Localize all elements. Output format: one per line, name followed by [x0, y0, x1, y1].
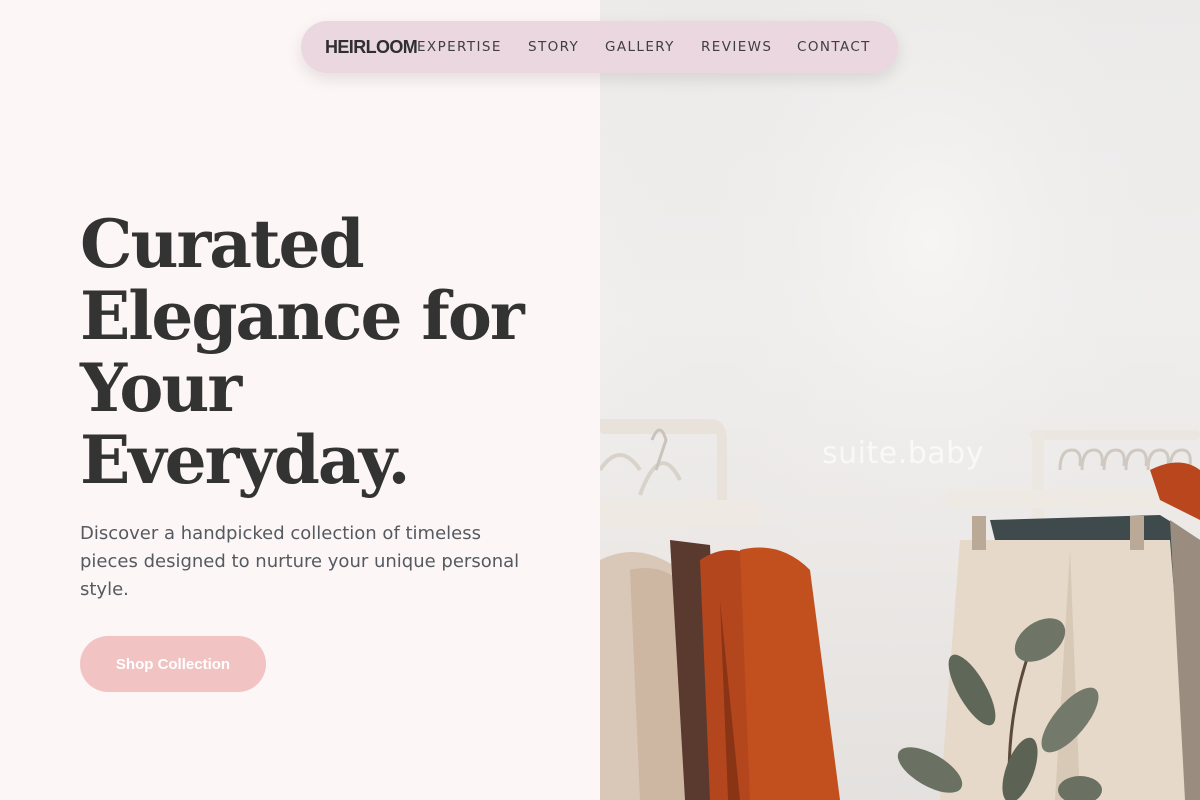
hero-title-line: Elegance for [80, 277, 525, 355]
clothing-rack-photo [600, 0, 1200, 800]
hero-title: Curated Elegance for Your Everyday. [80, 208, 550, 496]
hero-title-line: Your [80, 349, 242, 427]
shop-collection-button[interactable]: Shop Collection [80, 636, 266, 692]
nav-link-contact[interactable]: CONTACT [797, 21, 871, 73]
hero-section: Curated Elegance for Your Everyday. Disc… [0, 0, 600, 800]
nav-link-gallery[interactable]: GALLERY [605, 21, 675, 73]
hero-title-line: Everyday. [80, 421, 410, 499]
top-navigation: HEIRLOOM EXPERTISE STORY GALLERY REVIEWS… [301, 21, 898, 73]
hero-subtitle: Discover a handpicked collection of time… [80, 523, 520, 600]
nav-link-reviews[interactable]: REVIEWS [701, 21, 772, 73]
nav-link-expertise[interactable]: EXPERTISE [417, 21, 502, 73]
brand-logo[interactable]: HEIRLOOM [325, 21, 418, 73]
watermark-text: suite.baby [822, 436, 984, 471]
hero-title-line: Curated [80, 205, 365, 283]
clothing-rack-illustration [600, 0, 1200, 800]
nav-link-story[interactable]: STORY [528, 21, 579, 73]
